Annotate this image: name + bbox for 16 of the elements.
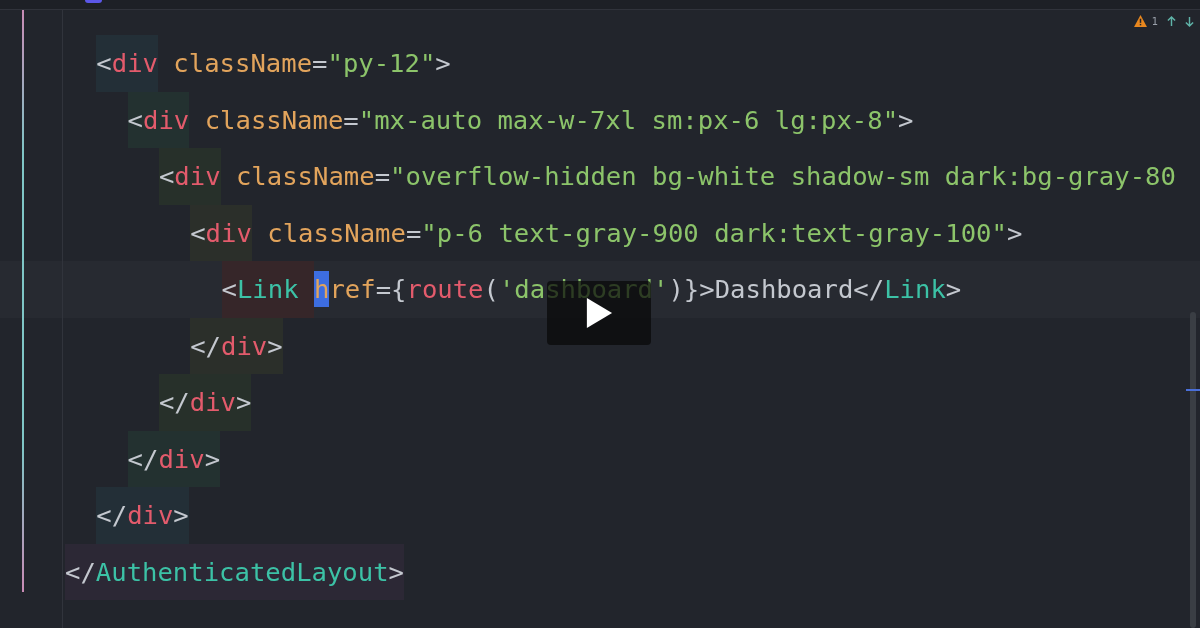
code-line: <div className="p-6 text-gray-900 dark:text-gray-100"> <box>190 204 1023 261</box>
code-line: <div className="py-12"> <box>96 35 451 92</box>
warning-icon[interactable] <box>1133 15 1147 27</box>
code-line: <div className="overflow-hidden bg-white shadow-sm dark:bg-gray-80 <box>158 148 1176 205</box>
code-line: </div> <box>190 317 283 374</box>
down-arrow-icon[interactable] <box>1185 15 1194 27</box>
code-line: </div> <box>96 487 189 544</box>
code-line: <div className="mx-auto max-w-7xl sm:px-6 lg:px-8"> <box>127 91 914 148</box>
code-line: </AuthenticatedLayout> <box>65 543 405 600</box>
code-line: </div> <box>127 430 221 487</box>
code-line: </div> <box>158 374 252 431</box>
tab-marker <box>85 0 102 3</box>
scrollbar[interactable] <box>1190 312 1196 628</box>
up-arrow-icon[interactable] <box>1167 15 1176 27</box>
warning-count: 1 <box>1151 15 1158 27</box>
play-icon <box>585 297 613 329</box>
